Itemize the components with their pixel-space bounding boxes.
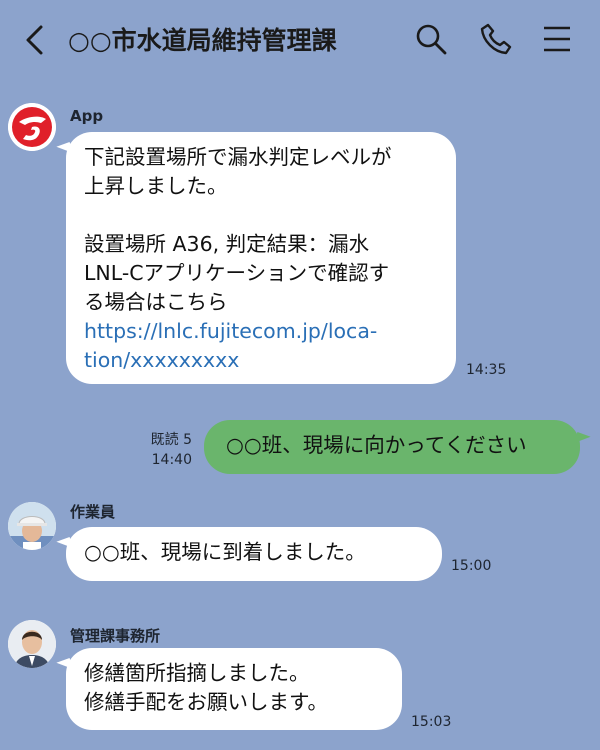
message-link[interactable]: https://lnlc.fujitecom.jp/loca- — [84, 317, 438, 346]
message-text: ○○班、現場に到着しました。 — [84, 540, 366, 564]
own-message-bubble: ○○班、現場に向かってください — [204, 420, 580, 474]
office-avatar-icon — [8, 620, 56, 668]
worker-avatar-icon — [8, 502, 56, 550]
message-time: 14:40 — [151, 452, 192, 468]
sender-name: 作業員 — [70, 503, 116, 521]
chat-title: ○○市水道局維持管理課 — [68, 26, 337, 55]
app-logo-icon — [8, 103, 56, 151]
message-time: 15:03 — [411, 714, 452, 730]
message-text: 設置場所 A36, 判定結果：漏水 — [84, 232, 370, 256]
read-count: 既読 5 — [150, 432, 192, 448]
worker-avatar[interactable] — [8, 502, 56, 550]
message-time: 15:00 — [451, 558, 492, 574]
phone-icon[interactable] — [479, 22, 513, 56]
message-text: 下記設置場所で漏水判定レベルが — [84, 145, 392, 169]
message-bubble: 修繕箇所指摘しました。 修繕手配をお願いします。 — [66, 648, 402, 730]
message-text: る場合はこちら — [84, 290, 228, 314]
message-text: LNL-Cアプリケーションで確認す — [84, 261, 390, 285]
sender-name: App — [70, 107, 104, 125]
search-icon[interactable] — [414, 22, 448, 56]
message-text: 修繕箇所指摘しました。 — [84, 661, 310, 685]
office-avatar[interactable] — [8, 620, 56, 668]
message-bubble: ○○班、現場に到着しました。 — [66, 527, 442, 581]
message-text: ○○班、現場に向かってください — [226, 433, 527, 457]
message-text: 修繕手配をお願いします。 — [84, 690, 328, 714]
read-receipt: 既読 5 14:40 — [120, 430, 192, 470]
message-link[interactable]: tion/xxxxxxxxx — [84, 346, 438, 375]
message-text: 上昇しました。 — [84, 174, 228, 198]
app-logo-avatar[interactable] — [8, 103, 56, 151]
menu-icon[interactable] — [540, 22, 574, 56]
message-bubble: 下記設置場所で漏水判定レベルが 上昇しました。 設置場所 A36, 判定結果：漏… — [66, 132, 456, 384]
sender-name: 管理課事務所 — [70, 627, 161, 645]
message-time: 14:35 — [466, 362, 507, 378]
back-icon[interactable] — [24, 24, 46, 56]
chat-header: ○○市水道局維持管理課 — [0, 0, 600, 80]
